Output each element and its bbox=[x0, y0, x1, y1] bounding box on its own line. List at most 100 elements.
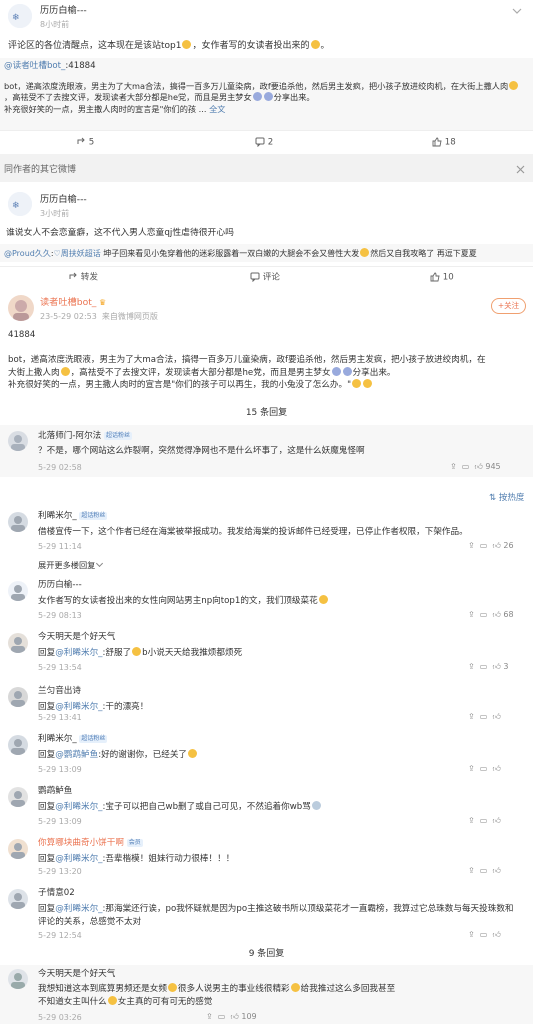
repost-button[interactable]: 5 bbox=[76, 137, 94, 149]
sort-button[interactable]: ⇅ 按热度 bbox=[489, 493, 524, 504]
comment-row: 今天明天是个好天气 回复@利晞米尔_:舒服了 b小说天天给我推烦都烦死 5-29 13… bbox=[0, 630, 533, 680]
share-icon[interactable]: ⇪ bbox=[468, 541, 475, 550]
comment-badge: 会员 bbox=[126, 839, 143, 847]
avatar[interactable] bbox=[8, 839, 28, 859]
mention-link[interactable]: @鹦鹉鲈鱼 bbox=[55, 750, 98, 760]
comment-author[interactable]: 今天明天是个好天气 bbox=[38, 632, 115, 644]
share-icon[interactable]: ⇪ bbox=[468, 816, 475, 825]
mention-link[interactable]: @利晞米尔_ bbox=[55, 854, 102, 864]
comment-icon[interactable]: ▭ bbox=[480, 764, 488, 773]
comment-icon[interactable]: ▭ bbox=[480, 866, 488, 875]
mention-link[interactable]: @利晞米尔_ bbox=[55, 904, 102, 914]
like-icon[interactable]: 👍︎ bbox=[492, 662, 500, 671]
share-icon[interactable]: ⇪ bbox=[468, 930, 475, 939]
reply-author[interactable]: 今天明天是个好天气 bbox=[38, 969, 115, 981]
sort-icon: ⇅ bbox=[489, 493, 497, 503]
comment-author[interactable]: 兰匀音出诗 bbox=[38, 686, 81, 698]
comment-icon[interactable]: ▭ bbox=[480, 662, 488, 671]
comment-row: 利晞米尔_ 超话粉丝 回复@鹦鹉鲈鱼:好的谢谢你，已经关了 5-29 13:09 ⇪ … bbox=[0, 732, 533, 782]
like-icon[interactable]: 👍︎ bbox=[492, 541, 500, 550]
comment-time: 5-29 13:41 bbox=[38, 713, 82, 722]
like-icon[interactable]: 👍︎ bbox=[230, 1012, 238, 1021]
avatar[interactable] bbox=[8, 787, 28, 807]
avatar[interactable] bbox=[8, 735, 28, 755]
svg-text:❄︎: ❄︎ bbox=[12, 201, 20, 211]
share-icon[interactable]: ⇪ bbox=[468, 764, 475, 773]
comment-author[interactable]: 历历白榆--- bbox=[38, 580, 82, 592]
share-icon[interactable]: ⇪ bbox=[468, 610, 475, 619]
comment-actions: ⇪ ▭ 👍︎ bbox=[468, 930, 501, 941]
comment-actions: ⇪ ▭ 👍︎ 26 bbox=[468, 541, 514, 550]
comment-row: 鹦鹉鲈鱼 回复@利晞米尔_:宝子可以把自己wb删了或自己可见，不然追着你wb骂 5-… bbox=[0, 784, 533, 834]
close-icon[interactable] bbox=[516, 165, 525, 179]
avatar[interactable]: ❄︎ bbox=[8, 192, 32, 216]
more-chevron-icon[interactable] bbox=[512, 6, 522, 16]
share-icon[interactable]: ⇪ bbox=[468, 866, 475, 875]
post-body: bot，递高浓度洗眼液，男主为了大ma合法，搞得一百多万儿童染病，政f要追杀他，… bbox=[8, 355, 486, 391]
comment-icon[interactable]: ▭ bbox=[480, 930, 488, 939]
emoji-icon bbox=[311, 801, 321, 810]
emoji-icon bbox=[310, 40, 320, 49]
repost-button[interactable]: 转发 bbox=[68, 272, 98, 284]
post-author[interactable]: 历历白榆--- bbox=[40, 5, 87, 17]
avatar[interactable] bbox=[8, 295, 34, 321]
like-icon[interactable]: 👍︎ bbox=[492, 816, 500, 825]
avatar[interactable] bbox=[8, 431, 28, 451]
mention-link[interactable]: @利晞米尔_ bbox=[55, 802, 102, 812]
avatar[interactable] bbox=[8, 889, 28, 909]
like-icon[interactable]: 👍︎ bbox=[492, 866, 500, 875]
mention-link[interactable]: @利晞米尔_ bbox=[55, 648, 102, 658]
comment-icon[interactable]: ▭ bbox=[480, 610, 488, 619]
avatar[interactable] bbox=[8, 633, 28, 653]
like-button[interactable]: 18 bbox=[432, 137, 456, 149]
comment-text: 回复@利晞米尔_:吾辈楷模！姐妹行动力很棒！！！ bbox=[38, 854, 235, 864]
share-icon[interactable]: ⇪ bbox=[206, 1012, 213, 1021]
quote-mention[interactable]: @读者吐槽bot_ bbox=[4, 61, 65, 71]
share-icon[interactable]: ⇪ bbox=[468, 662, 475, 671]
comment-time: 5-29 13:09 bbox=[38, 817, 82, 826]
avatar[interactable] bbox=[8, 512, 28, 532]
avatar[interactable]: ❄︎ bbox=[8, 4, 32, 28]
comment-author[interactable]: 利晞米尔_ 超话粉丝 bbox=[38, 734, 108, 746]
comment-button[interactable]: 2 bbox=[255, 137, 273, 149]
reply-actions: ⇪ ▭ 👍︎ 945 bbox=[450, 462, 501, 471]
comment-author[interactable]: 子情意02 bbox=[38, 888, 75, 900]
comment-icon[interactable]: ▭ bbox=[218, 1012, 226, 1021]
like-button[interactable]: 10 bbox=[430, 272, 454, 284]
comment-button[interactable]: 评论 bbox=[250, 272, 280, 284]
full-text-link[interactable]: 全文 bbox=[209, 104, 225, 114]
emoji-icon bbox=[132, 647, 142, 656]
comment-author[interactable]: 你算哪块曲奇小饼干啊 会员 bbox=[38, 838, 143, 850]
avatar[interactable] bbox=[8, 969, 28, 989]
comment-time: 5-29 13:09 bbox=[38, 765, 82, 774]
quote-body: @Proud久久:♡周扶妖超话 坤子回来看见小兔穿着他的迷彩服露着一双白嫩的大腿… bbox=[4, 248, 477, 258]
share-icon[interactable]: ⇪ bbox=[450, 462, 457, 471]
avatar[interactable] bbox=[8, 687, 28, 707]
quoted-post[interactable]: @读者吐槽bot_:41884 bot，递高浓度洗眼液，男主为了大ma合法，搞得… bbox=[0, 58, 533, 130]
comment-icon[interactable]: ▭ bbox=[480, 541, 488, 550]
post-author[interactable]: 读者吐槽bot_ ♛ bbox=[40, 297, 106, 309]
post-time: 8小时前 bbox=[40, 20, 70, 29]
like-icon[interactable]: 👍︎ bbox=[474, 462, 482, 471]
avatar[interactable] bbox=[8, 581, 28, 601]
comment-time: 5-29 13:54 bbox=[38, 663, 82, 672]
comment-text: 回复@利晞米尔_:那海棠还行诶，po我怀疑就是因为po主推这破书所以顶级菜花才一… bbox=[38, 904, 514, 927]
like-icon[interactable]: 👍︎ bbox=[492, 764, 500, 773]
expand-more-replies[interactable]: 展开更多楼回复 bbox=[38, 560, 102, 571]
comment-icon[interactable]: ▭ bbox=[480, 816, 488, 825]
comment-author[interactable]: 利晞米尔_ 超话粉丝 bbox=[38, 511, 108, 523]
supertopic-icon: ♡ bbox=[53, 249, 61, 258]
follow-button[interactable]: +关注 bbox=[491, 298, 526, 314]
quoted-post[interactable]: @Proud久久:♡周扶妖超话 坤子回来看见小兔穿着他的迷彩服露着一双白嫩的大腿… bbox=[0, 244, 533, 262]
comment-icon[interactable]: ▭ bbox=[462, 462, 470, 471]
like-icon[interactable]: 👍︎ bbox=[492, 930, 500, 939]
like-icon[interactable]: 👍︎ bbox=[492, 610, 500, 619]
comment-author[interactable]: 鹦鹉鲈鱼 bbox=[38, 786, 72, 798]
share-icon[interactable]: ⇪ bbox=[468, 712, 475, 721]
like-icon[interactable]: 👍︎ bbox=[492, 712, 500, 721]
reply-author[interactable]: 北落师门-阿尔法 超话粉丝 bbox=[38, 431, 133, 443]
post-author[interactable]: 历历白榆--- bbox=[40, 194, 87, 206]
post-number: 41884 bbox=[8, 330, 36, 340]
mention-link[interactable]: @利晞米尔_ bbox=[55, 702, 102, 712]
comment-icon[interactable]: ▭ bbox=[480, 712, 488, 721]
